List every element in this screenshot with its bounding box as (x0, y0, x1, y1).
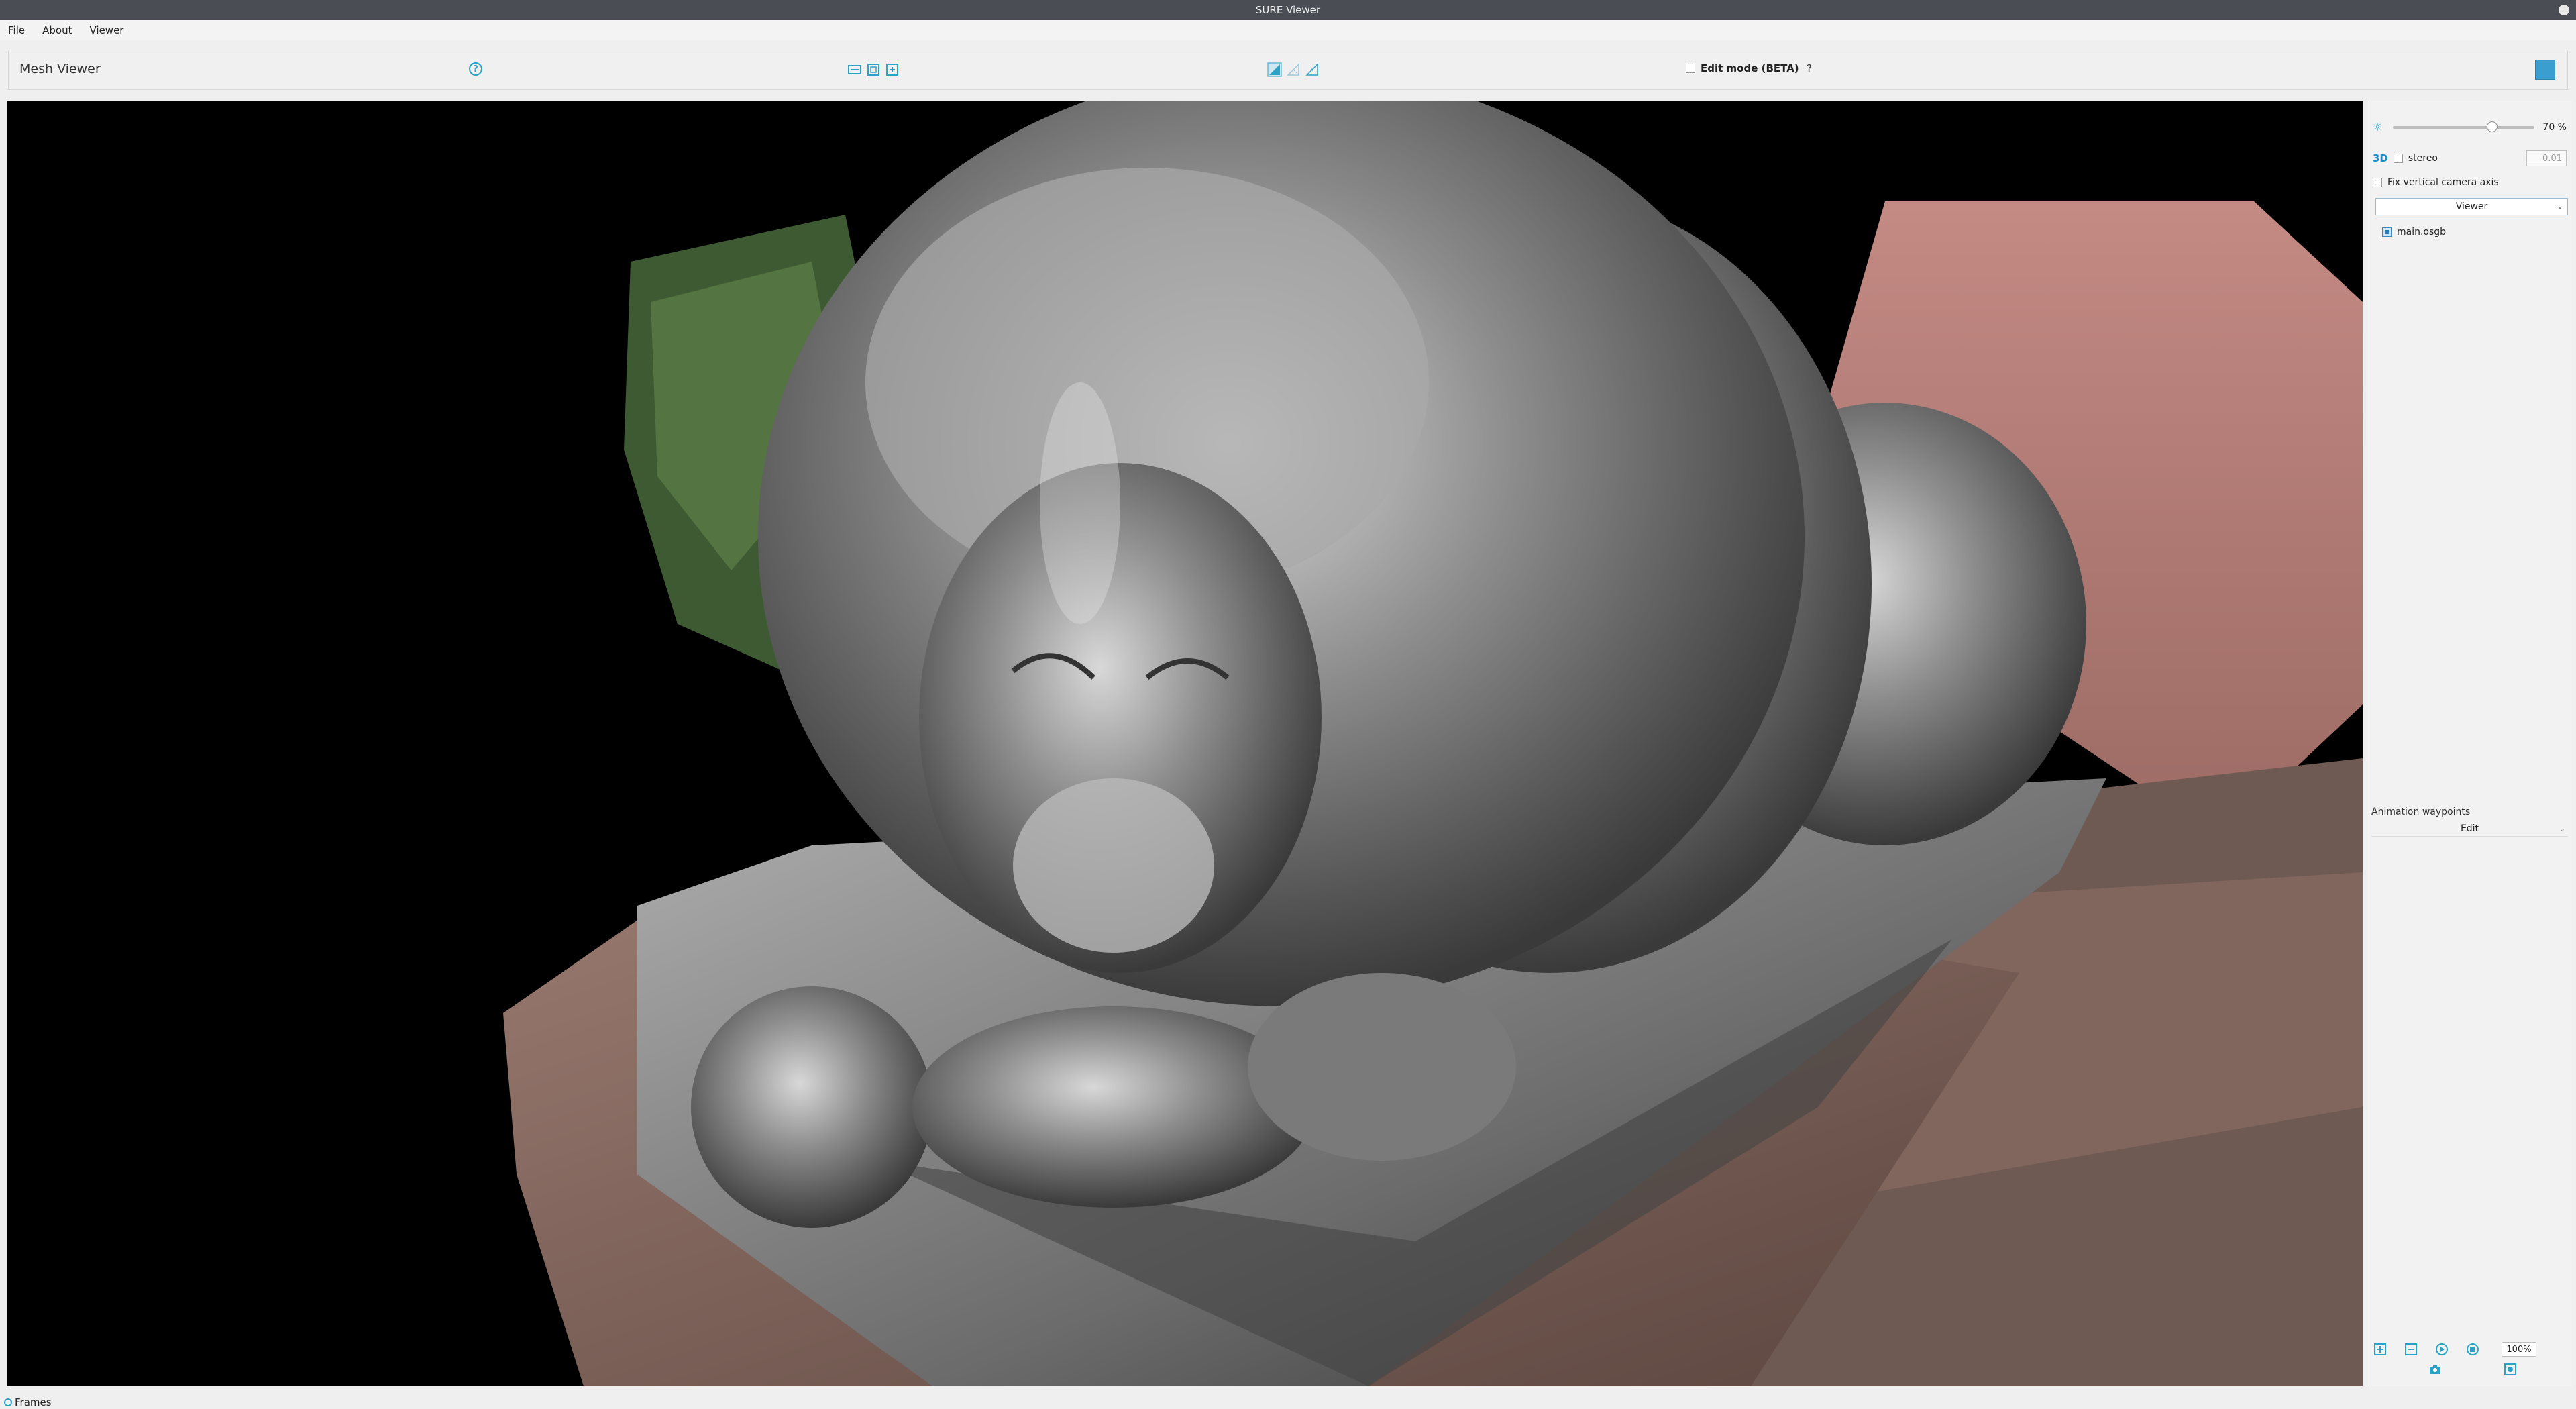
viewer-select-value: Viewer (2455, 201, 2488, 212)
status-indicator-icon (4, 1398, 12, 1406)
window-close-button[interactable] (2559, 5, 2569, 15)
toolbar-title: Mesh Viewer (19, 62, 101, 76)
brightness-slider-thumb[interactable] (2487, 121, 2498, 132)
stereo-checkbox[interactable] (2393, 154, 2403, 163)
fit-width-icon[interactable] (847, 62, 862, 77)
chevron-down-icon: ⌄ (2559, 824, 2565, 833)
menu-bar: File About Viewer (0, 20, 2576, 40)
mesh-render (503, 101, 2363, 1386)
mesh-viewer-toolbar: Mesh Viewer ? Edit mode (BETA) ? (8, 50, 2568, 90)
zoom-field[interactable]: 100% (2502, 1342, 2536, 1357)
right-panel: ☼ 70 % 3D stereo 0.01 Fix vertical camer… (2367, 101, 2572, 1386)
edit-mode-label: Edit mode (BETA) (1701, 62, 1799, 74)
brightness-slider[interactable] (2393, 121, 2535, 132)
remove-waypoint-icon[interactable] (2404, 1342, 2418, 1357)
fix-axis-checkbox[interactable] (2373, 178, 2382, 187)
window-title: SURE Viewer (1255, 4, 1321, 16)
record-icon[interactable] (2465, 1342, 2480, 1357)
stereo-row: 3D stereo 0.01 (2373, 150, 2567, 166)
brightness-value: 70 % (2542, 121, 2567, 133)
stereo-value-field[interactable]: 0.01 (2526, 150, 2567, 166)
capture-controls (2367, 1362, 2572, 1377)
3d-viewport[interactable] (7, 101, 2363, 1386)
camera-icon[interactable] (2428, 1362, 2443, 1377)
animation-edit-label: Edit (2460, 823, 2479, 834)
stereo-label: stereo (2408, 153, 2438, 164)
menu-about[interactable]: About (42, 24, 72, 36)
add-waypoint-icon[interactable] (2373, 1342, 2387, 1357)
fix-axis-label: Fix vertical camera axis (2387, 177, 2499, 188)
help-label: ? (473, 64, 478, 74)
layer-checkbox[interactable] (2382, 227, 2392, 237)
animation-controls: 100% (2367, 1342, 2572, 1357)
render-points-icon[interactable] (1305, 62, 1320, 77)
fit-all-icon[interactable] (885, 62, 900, 77)
help-icon[interactable]: ? (469, 62, 482, 76)
animation-waypoints-label: Animation waypoints (2371, 806, 2471, 817)
snapshot-icon[interactable] (2503, 1362, 2518, 1377)
brightness-row: ☼ 70 % (2373, 121, 2567, 134)
viewer-select[interactable]: Viewer ⌄ (2375, 198, 2568, 215)
panel-toggle-icon[interactable] (2535, 60, 2555, 80)
edit-mode-help[interactable]: ? (1807, 62, 1812, 74)
status-text: Frames (15, 1396, 52, 1408)
edit-mode-toggle[interactable]: Edit mode (BETA) (1686, 62, 1799, 74)
menu-viewer[interactable]: Viewer (89, 24, 123, 36)
edit-mode-checkbox[interactable] (1686, 64, 1695, 73)
menu-file[interactable]: File (8, 24, 25, 36)
status-bar: Frames (0, 1396, 2576, 1409)
layer-item[interactable]: main.osgb (2382, 227, 2446, 238)
render-shaded-icon[interactable] (1267, 62, 1282, 77)
render-wireframe-icon[interactable] (1286, 62, 1301, 77)
animation-edit-button[interactable]: Edit ⌄ (2371, 821, 2568, 837)
layer-name: main.osgb (2397, 227, 2447, 238)
chevron-down-icon: ⌄ (2556, 201, 2563, 211)
sun-icon: ☼ (2373, 121, 2383, 134)
window-titlebar: SURE Viewer (0, 0, 2576, 20)
play-icon[interactable] (2434, 1342, 2449, 1357)
fit-frame-icon[interactable] (866, 62, 881, 77)
fix-axis-row: Fix vertical camera axis (2373, 177, 2567, 188)
3d-label: 3D (2373, 152, 2388, 164)
